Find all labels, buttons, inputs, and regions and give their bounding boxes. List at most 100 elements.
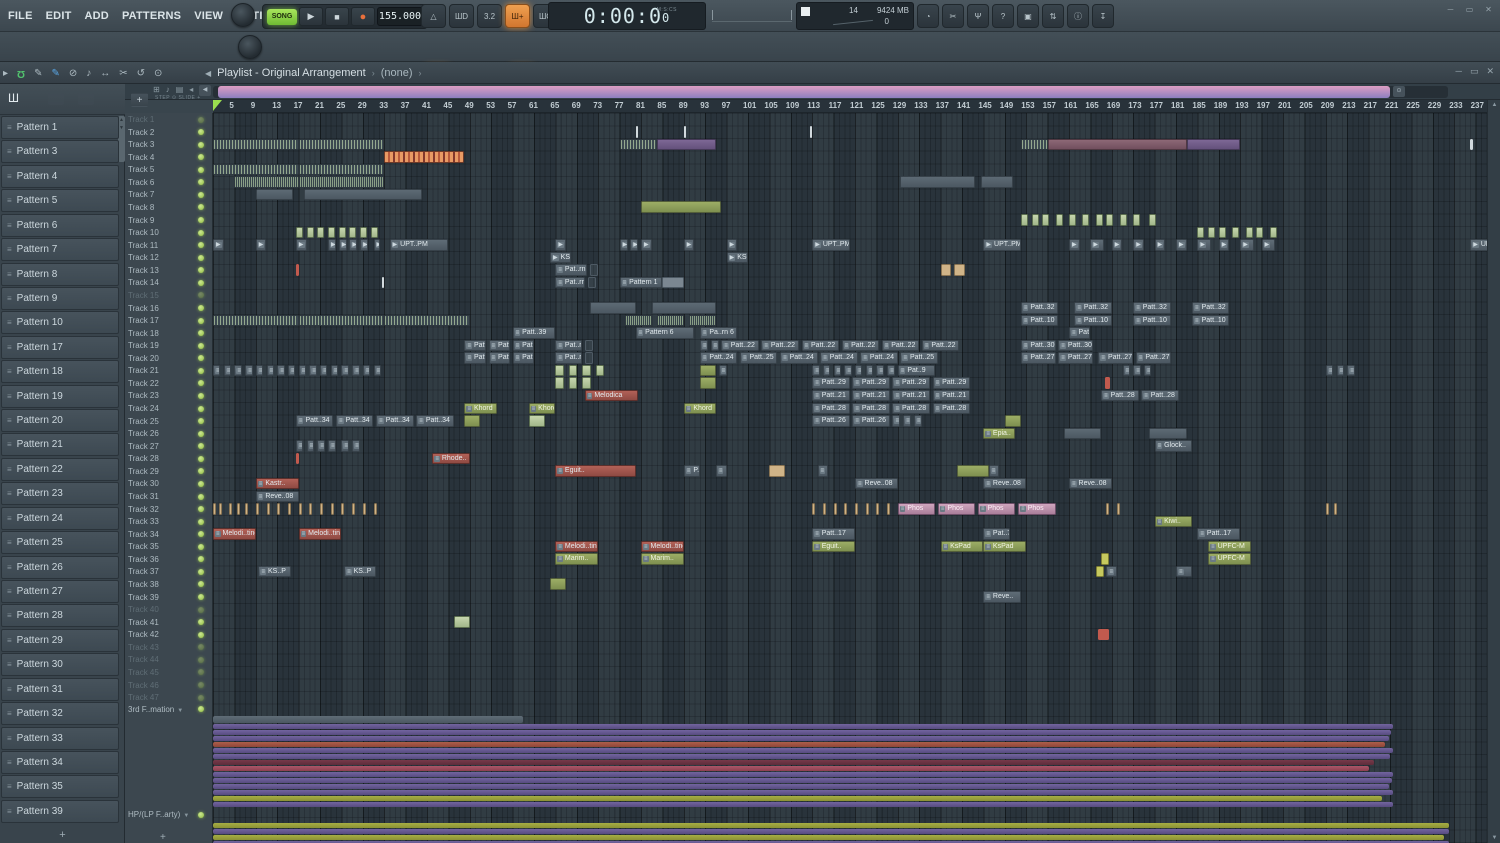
clip[interactable]: ▶ xyxy=(727,239,738,251)
add-pattern-button[interactable]: + xyxy=(0,829,125,841)
clip[interactable]: ≡ xyxy=(224,365,231,377)
clip[interactable] xyxy=(582,377,591,389)
clip[interactable]: ≡Patt..28 xyxy=(1101,390,1138,402)
pattern-item[interactable]: ≡Pattern 17 xyxy=(1,336,119,359)
track-add-button[interactable]: + xyxy=(160,832,166,843)
track-led[interactable] xyxy=(198,305,204,311)
hscroll-zoom-button[interactable]: ⊙ xyxy=(1393,86,1405,97)
pattern-item[interactable]: ≡Pattern 20 xyxy=(1,409,119,432)
clip[interactable]: ≡Patt..17 xyxy=(1197,528,1240,540)
clip[interactable]: ▶ xyxy=(1240,239,1253,251)
track-row-9[interactable]: Track 9 xyxy=(125,214,213,227)
clip[interactable] xyxy=(349,227,356,239)
clip[interactable] xyxy=(855,503,858,515)
clip[interactable]: ≡Patt..22 xyxy=(882,340,919,352)
clip[interactable]: ▶ xyxy=(328,239,336,251)
pattern-item[interactable]: ≡Pattern 9 xyxy=(1,287,119,310)
loop-icon[interactable]: ↺ xyxy=(137,68,145,79)
clip[interactable]: ≡Pat..rn 7 xyxy=(555,352,582,364)
menu-view[interactable]: VIEW xyxy=(194,10,223,22)
clip[interactable]: ≡ xyxy=(328,440,335,452)
tempo-display[interactable]: 155.000 xyxy=(377,7,423,26)
pattern-item[interactable]: ≡Pattern 23 xyxy=(1,482,119,505)
clip[interactable]: ≡Patt..25 xyxy=(740,352,777,364)
clip[interactable] xyxy=(620,139,657,151)
track-led[interactable] xyxy=(198,531,204,537)
pattern-item[interactable]: ≡Pattern 8 xyxy=(1,263,119,286)
clip[interactable]: ≡Khord xyxy=(684,403,716,415)
playlist-minimize-button[interactable]: ─ xyxy=(1456,66,1462,77)
clip[interactable] xyxy=(296,264,299,276)
clip[interactable] xyxy=(1187,139,1241,151)
track-row-26[interactable]: Track 26 xyxy=(125,427,213,440)
menu-file[interactable]: FILE xyxy=(8,10,33,22)
clip[interactable]: ≡ xyxy=(309,365,316,377)
menu-add[interactable]: ADD xyxy=(85,10,109,22)
clip[interactable] xyxy=(866,503,869,515)
clip[interactable] xyxy=(1334,503,1337,515)
clip[interactable] xyxy=(1149,428,1186,440)
clip[interactable] xyxy=(582,365,591,377)
clip[interactable] xyxy=(213,503,216,515)
clip[interactable] xyxy=(229,503,232,515)
clip[interactable]: ≡Pat..7 xyxy=(983,528,1010,540)
clip[interactable] xyxy=(812,503,815,515)
clip[interactable]: ≡Patt..35 xyxy=(1069,327,1090,339)
automation-clip[interactable] xyxy=(213,778,1392,783)
mode-button-0[interactable]: △ xyxy=(421,4,446,28)
automation-clip[interactable] xyxy=(213,823,1449,828)
clip[interactable] xyxy=(1133,214,1140,226)
clip[interactable]: ▶ xyxy=(684,239,695,251)
automation-clip[interactable] xyxy=(213,784,1389,789)
clip[interactable] xyxy=(1082,214,1089,226)
clip[interactable] xyxy=(296,453,299,465)
pattern-item[interactable]: ≡Pattern 34 xyxy=(1,751,119,774)
clip[interactable] xyxy=(569,365,578,377)
clip[interactable]: ≡KS..P xyxy=(344,566,376,578)
clip[interactable]: ▶ xyxy=(1133,239,1144,251)
metronome-button[interactable]: ◔ xyxy=(917,4,939,28)
clip[interactable] xyxy=(550,578,566,590)
playlist-mini-icon-0[interactable]: ⊞ xyxy=(153,85,160,94)
clip[interactable]: ≡Phos xyxy=(898,503,935,515)
clip[interactable]: ≡Eguit.. xyxy=(812,541,855,553)
track-led[interactable] xyxy=(198,230,204,236)
track-row-5[interactable]: Track 5 xyxy=(125,163,213,176)
clip[interactable] xyxy=(328,227,335,239)
clip[interactable] xyxy=(464,415,480,427)
clip[interactable]: ≡ xyxy=(823,365,830,377)
clip[interactable]: ≡Kastr.. xyxy=(256,478,299,490)
automation-clip[interactable] xyxy=(213,724,1393,729)
playlist-restore-button[interactable]: ▭ xyxy=(1470,66,1479,77)
pattern-item[interactable]: ≡Pattern 21 xyxy=(1,433,119,456)
clip[interactable]: ≡KsPad xyxy=(941,541,984,553)
clip[interactable]: ≡Patt..21 xyxy=(812,390,849,402)
pattern-item[interactable]: ≡Pattern 30 xyxy=(1,653,119,676)
pattern-item[interactable]: ≡Pattern 31 xyxy=(1,678,119,701)
clip[interactable] xyxy=(234,176,298,188)
clip[interactable]: ≡Khord xyxy=(529,403,556,415)
clip[interactable]: ▶ xyxy=(630,239,638,251)
clip[interactable] xyxy=(1120,214,1127,226)
clip[interactable]: ≡ xyxy=(844,365,851,377)
clip[interactable]: ≡Pat..rn 1 xyxy=(555,277,584,289)
clip[interactable]: ≡Patt..22 xyxy=(464,340,485,352)
track-row-21[interactable]: Track 21 xyxy=(125,364,213,377)
clip[interactable] xyxy=(299,139,385,151)
track-led[interactable] xyxy=(198,556,204,562)
pattern-item[interactable]: ≡Pattern 39 xyxy=(1,800,119,823)
clip[interactable]: ≡ xyxy=(307,440,314,452)
playlist-mini-icon-2[interactable]: ▤ xyxy=(176,85,184,94)
track-led[interactable] xyxy=(198,594,204,600)
pattern-item[interactable]: ≡Pattern 18 xyxy=(1,360,119,383)
info-button[interactable]: ⓘ xyxy=(1067,4,1089,28)
pattern-item[interactable]: ≡Pattern 28 xyxy=(1,604,119,627)
pattern-item[interactable]: ≡Pattern 3 xyxy=(1,140,119,163)
clip[interactable]: ≡Patt..21 xyxy=(852,390,889,402)
clip[interactable]: ≡Patt..34 xyxy=(296,415,333,427)
typing-keyboard-button[interactable]: ✂ xyxy=(942,4,964,28)
clip[interactable] xyxy=(954,264,965,276)
clip[interactable] xyxy=(700,365,716,377)
clip[interactable] xyxy=(213,315,299,327)
punch-button[interactable]: ⇅ xyxy=(1042,4,1064,28)
